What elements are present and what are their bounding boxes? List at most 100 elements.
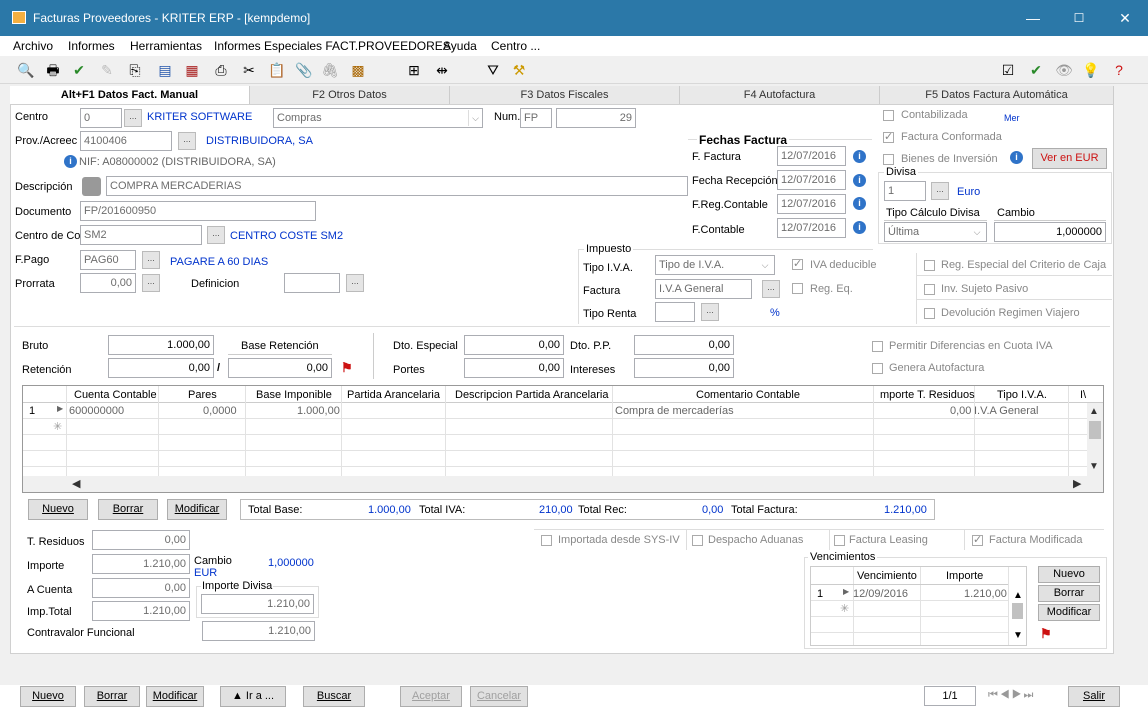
f-reg-input[interactable]: 12/07/2016: [777, 194, 846, 214]
close-button[interactable]: ✕: [1102, 0, 1148, 36]
footer-aceptar-button[interactable]: Aceptar: [400, 686, 462, 707]
money-bag-icon[interactable]: ⚑: [1040, 626, 1052, 642]
genera-auto-checkbox[interactable]: [872, 363, 883, 374]
grid-header-cuenta[interactable]: Cuenta Contable: [74, 389, 157, 401]
footer-nuevo-button[interactable]: Nuevo: [20, 686, 76, 707]
info-icon[interactable]: i: [853, 221, 866, 234]
menu-informes[interactable]: Informes: [68, 39, 115, 53]
contabilizada-checkbox[interactable]: [883, 110, 894, 121]
grid-cell-pares[interactable]: 0,0000: [203, 405, 237, 417]
tab-datos-manual[interactable]: Alt+F1 Datos Fact. Manual: [10, 86, 250, 104]
printer-icon[interactable]: ⎙: [212, 61, 230, 79]
scroll-down-icon[interactable]: ▼: [1089, 461, 1099, 472]
tipo-iva-select[interactable]: Tipo de I.V.A.: [655, 255, 775, 275]
check-icon[interactable]: ✔: [70, 61, 88, 79]
iva-deducible-checkbox[interactable]: [792, 257, 803, 270]
grid-cell-cuenta[interactable]: 600000000: [69, 405, 124, 417]
acuenta-input[interactable]: 0,00: [92, 578, 190, 598]
tab-datos-fiscales[interactable]: F3 Datos Fiscales: [450, 86, 680, 104]
reg-especial-checkbox[interactable]: [924, 260, 935, 271]
venc-header-fecha[interactable]: Vencimiento: [857, 570, 917, 582]
devolucion-checkbox[interactable]: [924, 308, 935, 319]
scroll-right-icon[interactable]: ▶: [1073, 477, 1081, 490]
preview-icon[interactable]: 🔍: [17, 61, 35, 79]
venc-nuevo-button[interactable]: Nuevo: [1038, 566, 1100, 583]
clip-icon[interactable]: 🖇: [321, 61, 339, 79]
f-factura-input[interactable]: 12/07/2016: [777, 146, 846, 166]
grid-header-partida[interactable]: Partida Arancelaria: [347, 389, 440, 401]
residuos-input[interactable]: 0,00: [92, 530, 190, 550]
info-icon[interactable]: i: [1010, 151, 1023, 164]
factura-iva-lookup-button[interactable]: ...: [762, 280, 780, 298]
cut-icon[interactable]: ✂: [240, 61, 258, 79]
definicion-input[interactable]: [284, 273, 340, 293]
info-icon[interactable]: i: [853, 150, 866, 163]
f-recep-input[interactable]: 12/07/2016: [777, 170, 846, 190]
menu-archivo[interactable]: Archivo: [13, 39, 53, 53]
num-series-input[interactable]: FP: [520, 108, 552, 128]
grid-cell-base[interactable]: 1.000,00: [297, 405, 340, 417]
centro-type-select[interactable]: Compras: [273, 108, 483, 128]
info-icon[interactable]: i: [64, 155, 77, 168]
inv-sujeto-checkbox[interactable]: [924, 284, 935, 295]
minimize-button[interactable]: —: [1010, 0, 1056, 36]
definicion-lookup-button[interactable]: ...: [346, 274, 364, 292]
grid-cell-tipo-iva[interactable]: I.V.A General: [974, 405, 1038, 417]
fpago-input[interactable]: PAG60: [80, 250, 136, 270]
scroll-up-icon[interactable]: ▲: [1089, 406, 1099, 417]
copy-icon[interactable]: ⎘: [126, 61, 144, 79]
document-icon[interactable]: [82, 177, 101, 196]
bulb-icon[interactable]: 💡: [1082, 61, 1100, 79]
form-icon[interactable]: ▤: [156, 61, 174, 79]
chevron-down-icon[interactable]: ⌵: [468, 110, 482, 126]
footer-modificar-button[interactable]: Modificar: [146, 686, 204, 707]
tools-icon[interactable]: ⚒: [510, 61, 528, 79]
centro-lookup-button[interactable]: ...: [124, 109, 142, 127]
columns-icon[interactable]: ⇹: [433, 61, 451, 79]
importe-input[interactable]: 1.210,00: [92, 554, 190, 574]
info-icon[interactable]: i: [853, 174, 866, 187]
grid-cell-residuos[interactable]: 0,00: [950, 405, 971, 417]
permitir-checkbox[interactable]: [872, 341, 883, 352]
dto-pp-input[interactable]: 0,00: [634, 335, 734, 355]
calendar-icon[interactable]: ▦: [183, 61, 201, 79]
doc-input[interactable]: FP/201600950: [80, 201, 316, 221]
tab-factura-automatica[interactable]: F5 Datos Factura Automática: [880, 86, 1114, 104]
tab-autofactura[interactable]: F4 Autofactura: [680, 86, 880, 104]
grid-cell-comentario[interactable]: Compra de mercaderías: [615, 405, 734, 417]
maximize-button[interactable]: ☐: [1056, 0, 1102, 36]
grid-hscrollbar[interactable]: [23, 476, 1103, 492]
view-icon[interactable]: 👁: [1055, 61, 1073, 79]
info-icon[interactable]: i: [853, 197, 866, 210]
factura-iva-input[interactable]: I.V.A General: [655, 279, 752, 299]
help-icon[interactable]: ?: [1110, 61, 1128, 79]
chevron-down-icon[interactable]: ⌵: [758, 257, 772, 273]
nav-arrows-icon[interactable]: ⏮◀▶⏭: [988, 689, 1035, 702]
grid-icon[interactable]: ▩: [349, 61, 367, 79]
scroll-left-icon[interactable]: ◀: [72, 477, 80, 490]
grid-vscroll-thumb[interactable]: [1089, 421, 1101, 439]
filter-icon[interactable]: ⛛: [484, 61, 502, 79]
footer-salir-button[interactable]: Salir: [1068, 686, 1120, 707]
prov-input[interactable]: 4100406: [80, 131, 172, 151]
grid-header-residuos[interactable]: mporte T. Residuos: [880, 389, 975, 401]
grid-header-extra[interactable]: I\: [1080, 389, 1086, 401]
desc-input[interactable]: COMPRA MERCADERIAS: [106, 176, 688, 196]
prorrata-lookup-button[interactable]: ...: [142, 274, 160, 292]
attach-icon[interactable]: 📎: [295, 61, 313, 79]
f-cont-input[interactable]: 12/07/2016: [777, 218, 846, 238]
importada-checkbox[interactable]: [541, 535, 552, 546]
grid-nuevo-button[interactable]: Nuevo: [28, 499, 88, 520]
grid-header-desc-partida[interactable]: Descripcion Partida Arancelaria: [455, 389, 608, 401]
conformada-checkbox[interactable]: [883, 130, 894, 143]
print-icon[interactable]: 🖶: [44, 61, 62, 79]
venc-vscroll-thumb[interactable]: [1012, 603, 1023, 619]
intereses-input[interactable]: 0,00: [634, 358, 734, 378]
leasing-checkbox[interactable]: [834, 535, 845, 546]
divisa-input[interactable]: 1: [884, 181, 926, 201]
fpago-lookup-button[interactable]: ...: [142, 251, 160, 269]
grid-borrar-button[interactable]: Borrar: [98, 499, 158, 520]
cc-lookup-button[interactable]: ...: [207, 226, 225, 244]
venc-cell-importe[interactable]: 1.210,00: [964, 588, 1007, 600]
scroll-up-icon[interactable]: ▲: [1013, 590, 1023, 601]
